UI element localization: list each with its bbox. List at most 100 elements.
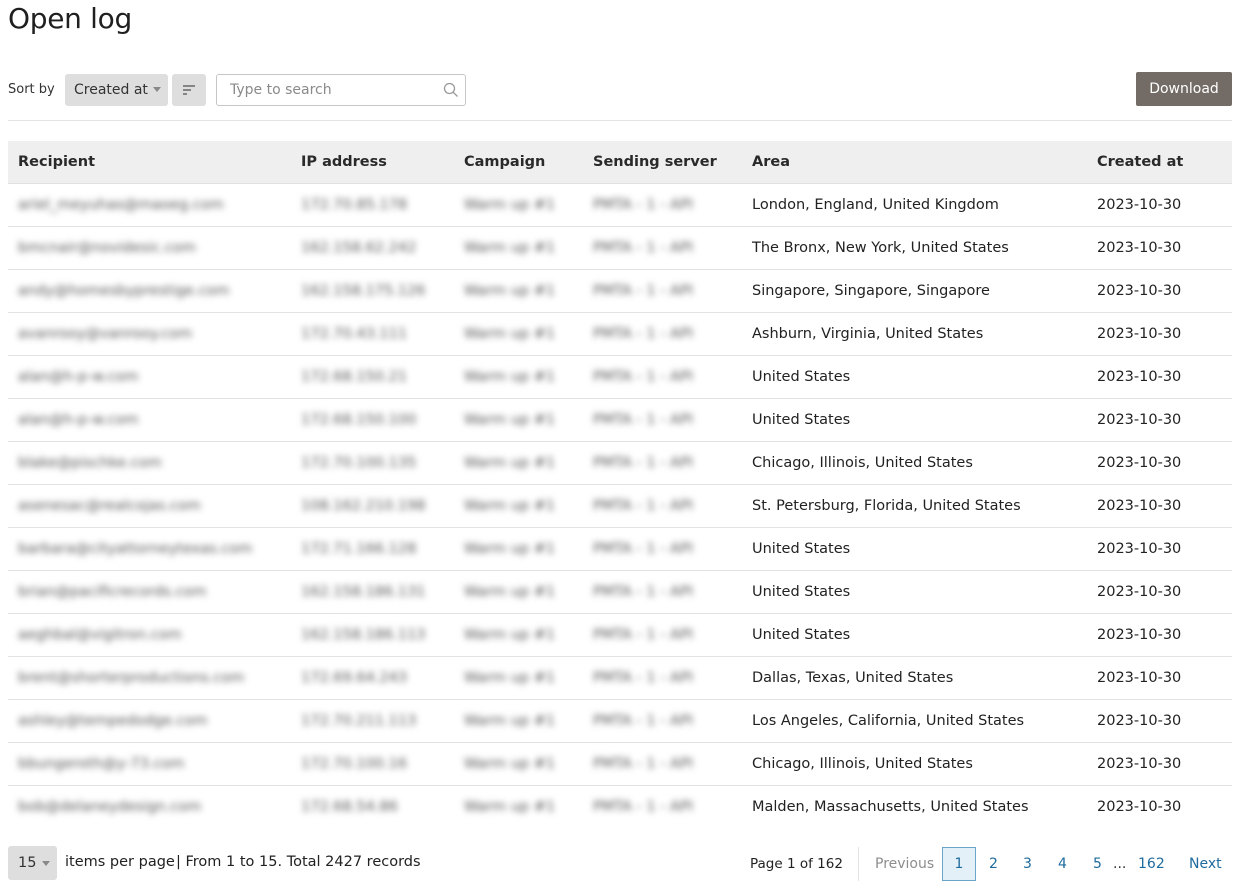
cell-created-at: 2023-10-30 bbox=[1087, 226, 1232, 270]
cell-campaign: Warm up #1 bbox=[454, 570, 583, 614]
cell-ip-address: 172.71.166.128 bbox=[291, 527, 454, 571]
cell-sending-server: PMTA - 1 - API bbox=[583, 527, 742, 571]
table-row[interactable]: aeghbal@vigitron.com 162.158.186.113 Warm … bbox=[8, 613, 1232, 657]
cell-sending-server: PMTA - 1 - API bbox=[583, 570, 742, 614]
cell-ip-address: 162.158.175.126 bbox=[291, 269, 454, 313]
cell-created-at: 2023-10-30 bbox=[1087, 398, 1232, 442]
cell-campaign: Warm up #1 bbox=[454, 484, 583, 528]
search-input[interactable] bbox=[217, 75, 440, 105]
cell-area: Chicago, Illinois, United States bbox=[742, 742, 1087, 786]
table-row[interactable]: blake@pischke.com 172.70.100.135 Warm up #… bbox=[8, 441, 1232, 485]
download-button[interactable]: Download bbox=[1136, 72, 1232, 106]
records-range-text: | From 1 to 15. Total 2427 records bbox=[176, 854, 421, 870]
cell-recipient: bbungeroth@y-73.com bbox=[8, 742, 291, 786]
page-link-3[interactable]: 3 bbox=[1023, 856, 1032, 872]
next-page-link[interactable]: Next bbox=[1189, 856, 1222, 872]
cell-area: St. Petersburg, Florida, United States bbox=[742, 484, 1087, 528]
sort-lines-icon bbox=[183, 85, 195, 95]
table-row[interactable]: barbara@cityattorneytexas.com 172.71.166.… bbox=[8, 527, 1232, 571]
cell-sending-server: PMTA - 1 - API bbox=[583, 269, 742, 313]
column-header-created-at[interactable]: Created at bbox=[1087, 141, 1232, 184]
page-link-2[interactable]: 2 bbox=[989, 856, 998, 872]
cell-created-at: 2023-10-30 bbox=[1087, 527, 1232, 571]
cell-sending-server: PMTA - 1 - API bbox=[583, 484, 742, 528]
cell-area: Chicago, Illinois, United States bbox=[742, 441, 1087, 485]
cell-area: United States bbox=[742, 355, 1087, 399]
column-header-ip-address[interactable]: IP address bbox=[291, 141, 454, 184]
cell-sending-server: PMTA - 1 - API bbox=[583, 355, 742, 399]
cell-created-at: 2023-10-30 bbox=[1087, 312, 1232, 356]
page-title: Open log bbox=[8, 2, 132, 35]
table-row[interactable]: ashley@tempedodge.com 172.70.211.113 Warm … bbox=[8, 699, 1232, 743]
column-header-area[interactable]: Area bbox=[742, 141, 1087, 184]
cell-sending-server: PMTA - 1 - API bbox=[583, 183, 742, 227]
cell-recipient: avanrooy@vanrooy.com bbox=[8, 312, 291, 356]
sort-field-select[interactable]: Created at bbox=[65, 74, 168, 106]
table-row[interactable]: brent@shorterproductions.com 172.69.64.24… bbox=[8, 656, 1232, 700]
cell-recipient: bob@delaneydesign.com bbox=[18, 799, 202, 815]
cell-campaign: Warm up #1 bbox=[454, 183, 583, 227]
cell-created-at: 2023-10-30 bbox=[1087, 613, 1232, 657]
page-link-4[interactable]: 4 bbox=[1058, 856, 1067, 872]
cell-recipient: brian@pacificrecords.com bbox=[8, 570, 291, 614]
sort-order-button[interactable] bbox=[172, 74, 206, 106]
cell-ip-address: 172.68.150.100 bbox=[291, 398, 454, 442]
column-header-sending-server[interactable]: Sending server bbox=[583, 141, 742, 184]
table-row[interactable]: ariel_meyuhas@maoeg.com 172.70.85.178 Warm… bbox=[8, 183, 1232, 227]
cell-created-at: 2023-10-30 bbox=[1087, 183, 1232, 227]
previous-page-link[interactable]: Previous bbox=[875, 856, 934, 872]
caret-down-icon bbox=[153, 87, 161, 92]
table-row[interactable]: bbungeroth@y-73.com 172.70.100.16 Warm up … bbox=[8, 742, 1232, 786]
column-header-campaign[interactable]: Campaign bbox=[454, 141, 583, 184]
cell-campaign: Warm up #1 bbox=[454, 226, 583, 270]
cell-sending-server: PMTA - 1 - API bbox=[583, 613, 742, 657]
table-row[interactable]: andy@homesbyprestige.com 162.158.175.126 W… bbox=[8, 269, 1232, 313]
cell-created-at: 2023-10-30 bbox=[1087, 269, 1232, 313]
pagination-divider bbox=[858, 847, 859, 881]
caret-down-icon bbox=[42, 861, 50, 866]
table-row[interactable]: alan@h-p-w.com 172.68.150.100 Warm up #1 PM… bbox=[8, 398, 1232, 442]
cell-area: Dallas, Texas, United States bbox=[742, 656, 1087, 700]
cell-area: London, England, United Kingdom bbox=[742, 183, 1087, 227]
cell-campaign: Warm up #1 bbox=[454, 699, 583, 743]
column-header-recipient[interactable]: Recipient bbox=[8, 141, 291, 184]
cell-campaign: Warm up #1 bbox=[454, 312, 583, 356]
cell-area: United States bbox=[742, 398, 1087, 442]
page-link-162[interactable]: 162 bbox=[1138, 856, 1165, 872]
cell-recipient: aeghbal@vigitron.com bbox=[8, 613, 291, 657]
cell-created-at: 2023-10-30 bbox=[1087, 441, 1232, 485]
pagination-footer: 15 items per page | From 1 to 15. Total … bbox=[0, 846, 1243, 882]
table-row[interactable]: bmcnair@novidesic.com 162.158.62.242 Warm … bbox=[8, 226, 1232, 270]
cell-area: Los Angeles, California, United States bbox=[742, 699, 1087, 743]
cell-recipient: bmcnair@novidesic.com bbox=[8, 226, 291, 270]
cell-recipient: andy@homesbyprestige.com bbox=[8, 269, 291, 313]
sort-field-value: Created at bbox=[74, 82, 148, 98]
items-per-page-select[interactable]: 15 bbox=[8, 846, 57, 880]
cell-created-at: 2023-10-30 bbox=[1087, 570, 1232, 614]
cell-sending-server: PMTA - 1 - API bbox=[583, 312, 742, 356]
cell-area: United States bbox=[742, 527, 1087, 571]
page-link-1[interactable]: 1 bbox=[942, 847, 976, 881]
cell-campaign: Warm up #1 bbox=[454, 355, 583, 399]
cell-created-at: 2023-10-30 bbox=[1087, 484, 1232, 528]
table-row[interactable]: alan@h-p-w.com 172.68.150.21 Warm up #1 PMT… bbox=[8, 355, 1232, 399]
table-row[interactable]: bob@delaneydesign.com 172.68.54.86 Warm up… bbox=[8, 786, 1232, 829]
cell-recipient: alan@h-p-w.com bbox=[8, 355, 291, 399]
table-row[interactable]: asenesac@realcojas.com 108.162.210.198 War… bbox=[8, 484, 1232, 528]
cell-campaign: Warm up #1 bbox=[464, 799, 556, 815]
table-header-row: Recipient IP address Campaign Sending se… bbox=[8, 141, 1232, 184]
page-info: Page 1 of 162 bbox=[750, 856, 843, 872]
page-link-5[interactable]: 5 bbox=[1093, 856, 1102, 872]
cell-sending-server: PMTA - 1 - API bbox=[583, 742, 742, 786]
table-row[interactable]: brian@pacificrecords.com 162.158.186.131 W… bbox=[8, 570, 1232, 614]
cell-sending-server: PMTA - 1 - API bbox=[583, 226, 742, 270]
cell-recipient: ashley@tempedodge.com bbox=[8, 699, 291, 743]
search-icon[interactable] bbox=[443, 82, 459, 98]
table-row[interactable]: avanrooy@vanrooy.com 172.70.43.111 Warm up… bbox=[8, 312, 1232, 356]
cell-created-at: 2023-10-30 bbox=[1087, 355, 1232, 399]
cell-ip-address: 172.70.100.135 bbox=[291, 441, 454, 485]
cell-campaign: Warm up #1 bbox=[454, 742, 583, 786]
cell-area: Ashburn, Virginia, United States bbox=[742, 312, 1087, 356]
cell-ip-address: 172.70.100.16 bbox=[291, 742, 454, 786]
cell-area: The Bronx, New York, United States bbox=[742, 226, 1087, 270]
